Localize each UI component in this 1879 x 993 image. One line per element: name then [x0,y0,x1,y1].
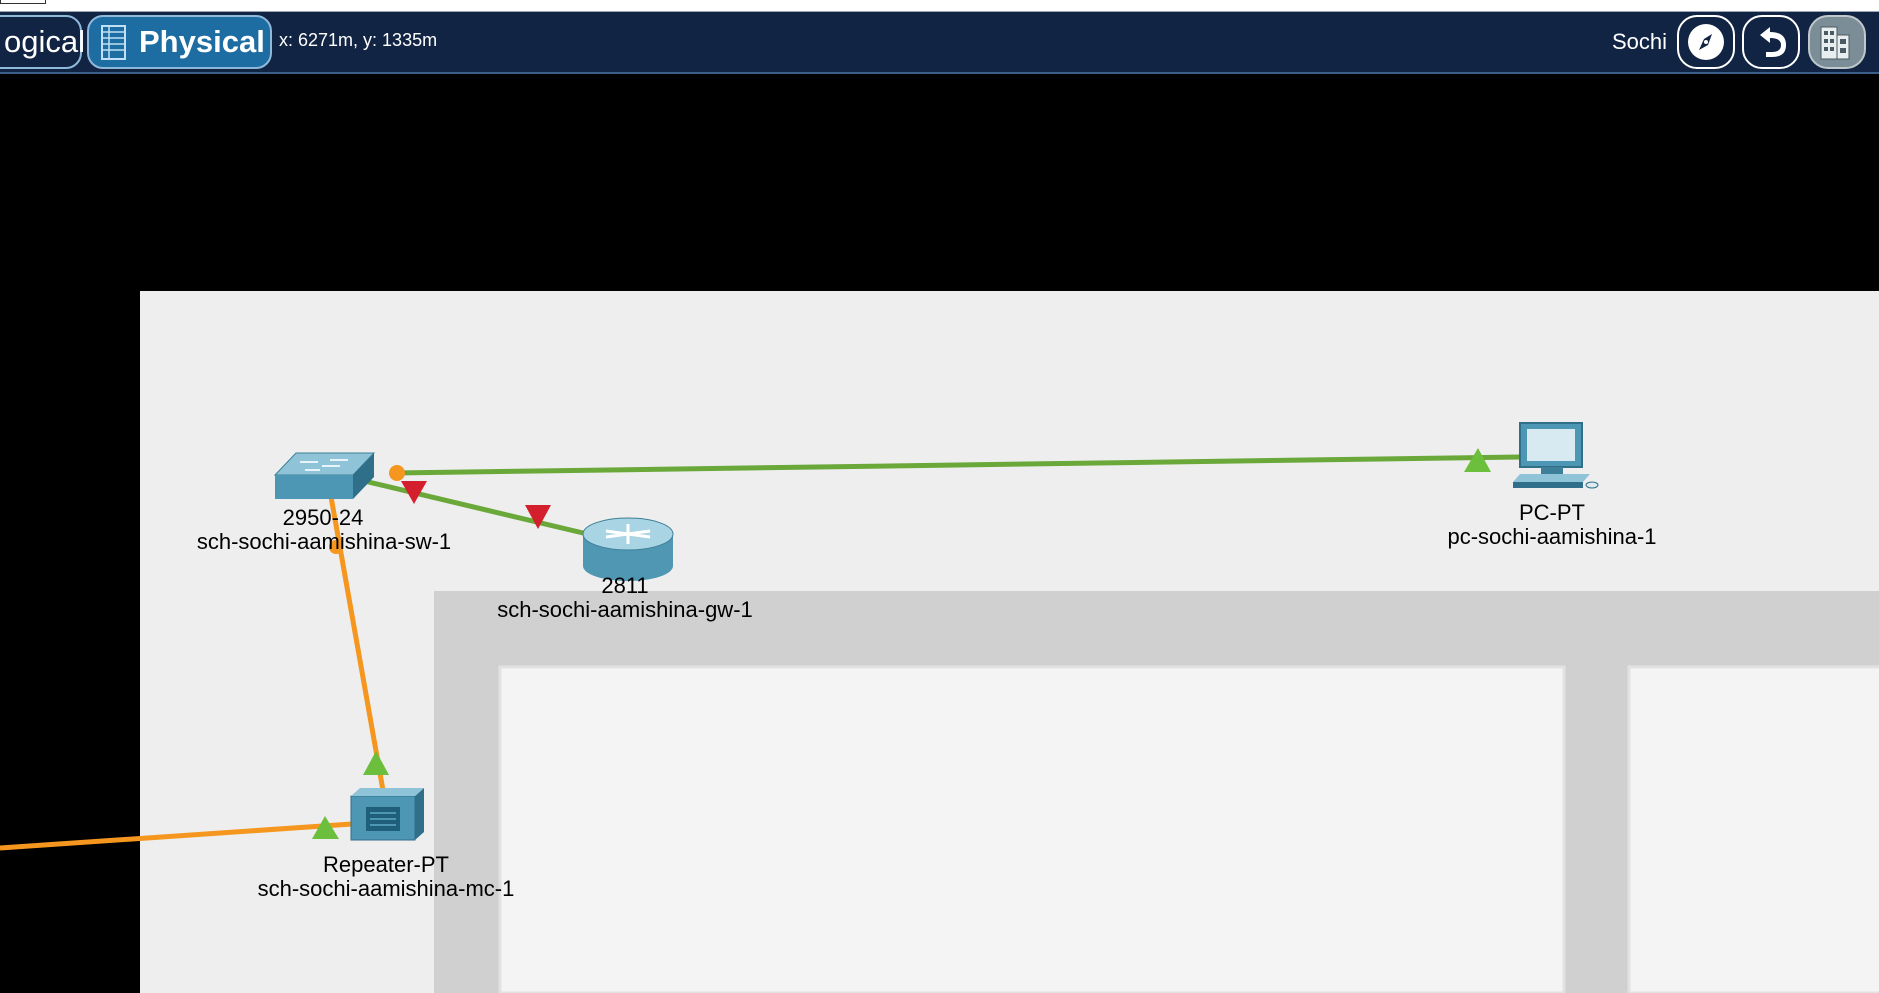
grid-icon [101,25,126,60]
link-status-amber-dot [389,465,405,481]
room-2 [1627,665,1879,993]
logical-tab[interactable]: ogical [0,15,85,69]
physical-tab-label: Physical [139,24,265,59]
pc-name-label[interactable]: pc-sochi-aamishina-1 [1422,525,1682,549]
window-top-strip [0,0,1879,12]
compass-icon [1688,24,1724,60]
pc-model-label: PC-PT [1519,500,1585,525]
router-model-label: 2811 [601,573,649,598]
switch-icon[interactable] [273,452,376,499]
building-icon [1820,26,1850,60]
location-label: Sochi [1612,29,1668,54]
room-1 [498,665,1566,993]
workspace-toolbar: ogical Physical x: 6271m, y: 1335m Sochi [0,12,1879,74]
back-button[interactable] [1742,15,1800,69]
back-arrow-icon [1760,27,1786,57]
building-button[interactable] [1808,15,1866,69]
switch-model-label: 2950-24 [282,505,364,530]
repeater-icon[interactable] [350,788,424,841]
coordinate-readout: x: 6271m, y: 1335m [279,30,438,50]
switch-name-label[interactable]: sch-sochi-aamishina-sw-1 [184,530,464,554]
repeater-name-label[interactable]: sch-sochi-aamishina-mc-1 [246,877,526,901]
router-name-label[interactable]: sch-sochi-aamishina-gw-1 [485,598,765,622]
navigation-button[interactable] [1677,15,1735,69]
window-tab[interactable] [0,0,46,4]
repeater-model-label: Repeater-PT [323,852,449,877]
physical-tab[interactable]: Physical [87,15,272,69]
router-icon[interactable] [582,517,674,581]
logical-tab-label: ogical [4,24,85,59]
physical-workspace-canvas[interactable]: 2950-24 sch-sochi-aamishina-sw-1 2811 sc… [0,76,1879,993]
